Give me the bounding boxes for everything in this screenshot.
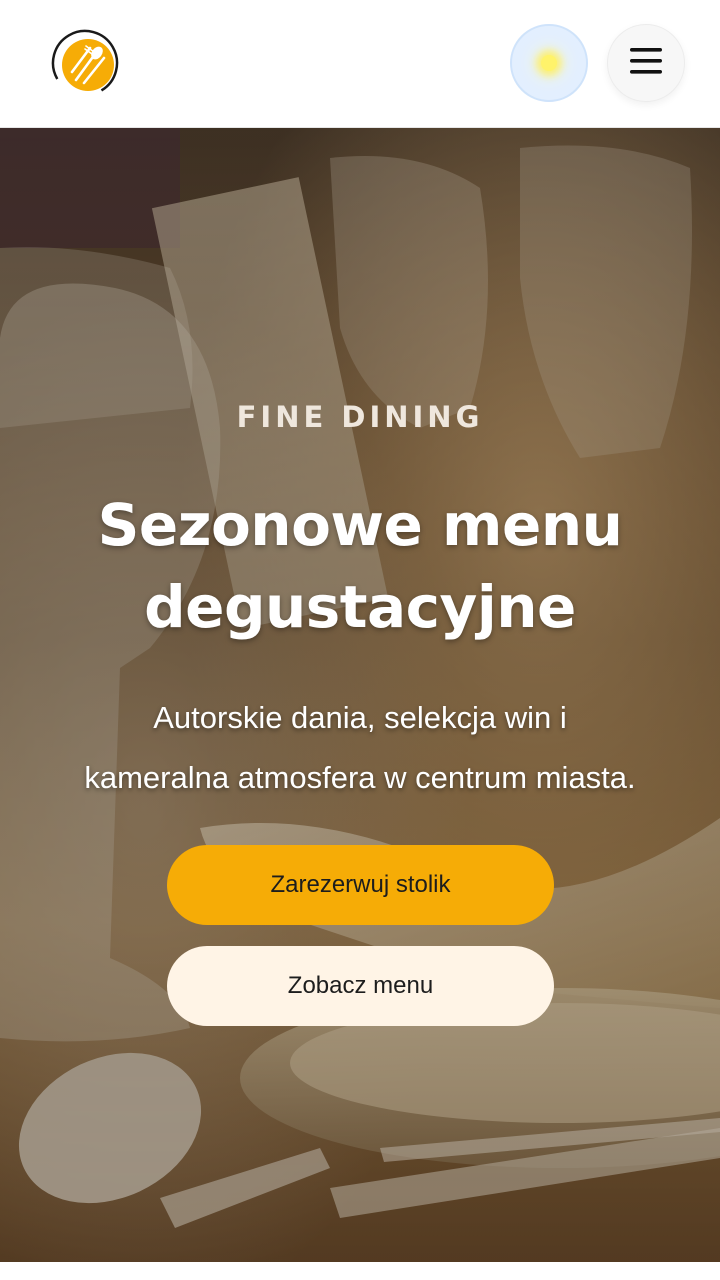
hero-headline: Sezonowe menu degustacyjne: [20, 484, 700, 648]
hero-subtitle: Autorskie dania, selekcja win i kameraln…: [30, 688, 690, 808]
menu-button[interactable]: [607, 24, 685, 102]
subtitle-line-2: kameralna atmosfera w centrum miasta.: [84, 760, 636, 795]
headline-line-1: Sezonowe menu: [97, 491, 623, 559]
headline-line-2: degustacyjne: [144, 573, 576, 641]
view-menu-button[interactable]: Zobacz menu: [167, 946, 554, 1026]
reserve-table-button[interactable]: Zarezerwuj stolik: [167, 845, 554, 925]
sun-icon: [541, 55, 557, 71]
theme-toggle-button[interactable]: [510, 24, 588, 102]
hero-section: FINE DINING Sezonowe menu degustacyjne A…: [0, 128, 720, 1262]
hero-eyebrow: FINE DINING: [236, 400, 484, 434]
page-bottom: [0, 1262, 720, 1280]
hamburger-menu-icon: [630, 48, 662, 78]
site-header: [0, 0, 720, 128]
subtitle-line-1: Autorskie dania, selekcja win i: [153, 700, 567, 735]
restaurant-logo-icon[interactable]: [50, 28, 120, 98]
